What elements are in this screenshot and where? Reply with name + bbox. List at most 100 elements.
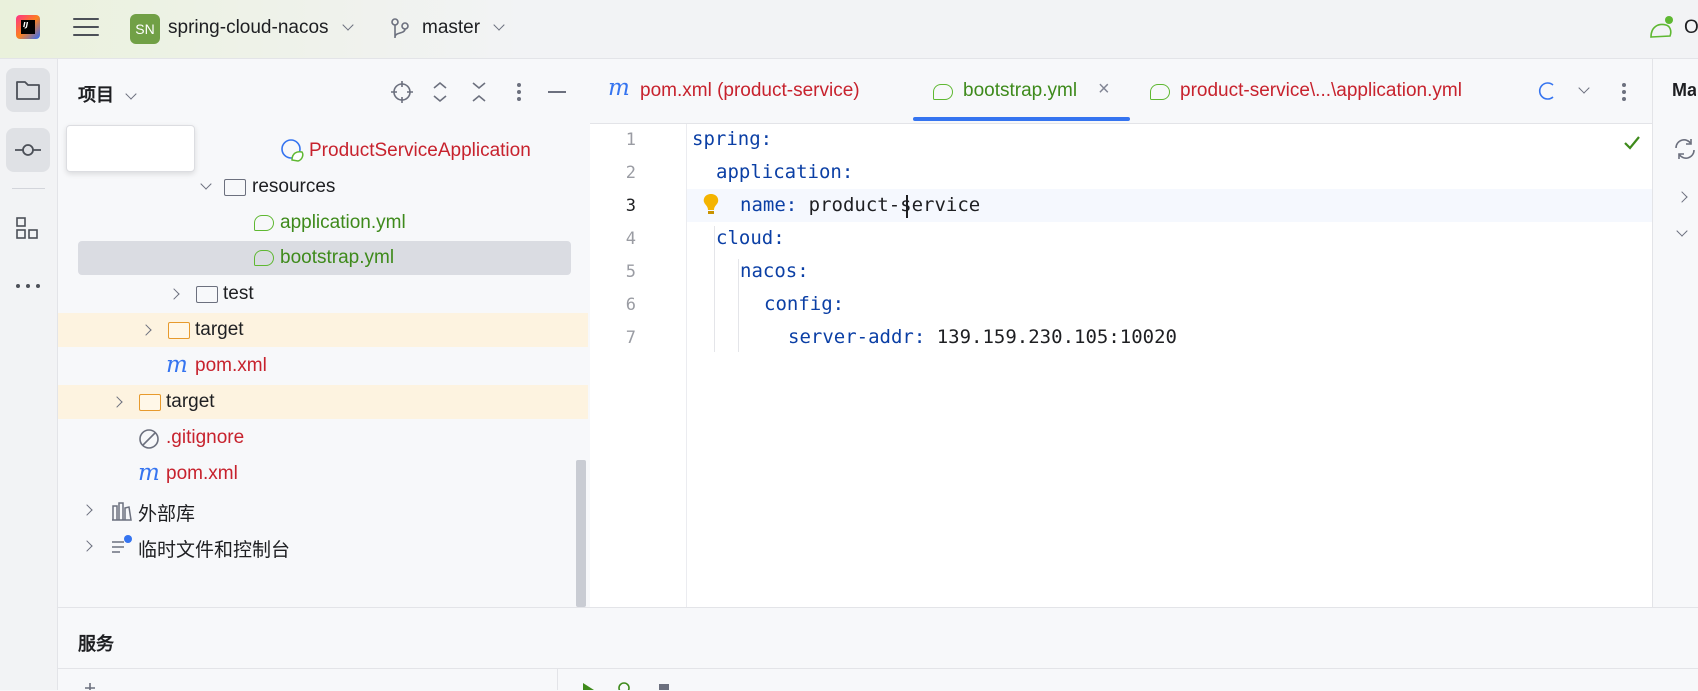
- services-title[interactable]: 服务: [78, 630, 114, 656]
- chevron-down-icon: [493, 19, 506, 31]
- no-problems-check-icon[interactable]: [1622, 133, 1642, 153]
- branch-name: master: [422, 17, 481, 38]
- line-number: 6: [625, 295, 636, 315]
- project-panel-title[interactable]: 项目: [78, 81, 137, 107]
- text-cursor: [906, 195, 908, 218]
- tree-item-scratches[interactable]: 临时文件和控制台: [58, 529, 588, 563]
- folder-orange-icon: [139, 394, 161, 411]
- structure-tool-button[interactable]: [6, 206, 50, 250]
- right-toolbar-text: O: [1684, 17, 1698, 38]
- folder-orange-icon: [168, 322, 190, 339]
- line-number: 3: [625, 196, 636, 216]
- tree-item-target-module[interactable]: target: [58, 313, 588, 347]
- line-number: 4: [625, 229, 636, 249]
- partial-tab-class-icon[interactable]: [1538, 80, 1560, 102]
- spring-class-icon: [281, 139, 304, 162]
- tree-item-resources[interactable]: resources: [58, 170, 588, 204]
- tree-item-label: .gitignore: [166, 427, 245, 448]
- tree-item-pom-root[interactable]: m pom.xml: [58, 457, 588, 491]
- indent-guide: [714, 226, 715, 352]
- main-menu-icon[interactable]: [73, 18, 99, 40]
- tree-item-label: application.yml: [280, 212, 406, 233]
- tree-item-test[interactable]: test: [58, 277, 588, 311]
- library-icon: [112, 502, 132, 521]
- tree-item-label: target: [166, 391, 215, 412]
- project-tool-button[interactable]: [6, 68, 50, 112]
- tree-item-label: ProductServiceApplication: [309, 140, 531, 161]
- chevron-right-icon: [140, 324, 152, 336]
- tab-pom-xml[interactable]: pom.xml (product-service): [640, 80, 860, 102]
- yaml-key: spring: [692, 128, 761, 150]
- services-toolbar-divider: [58, 668, 1698, 669]
- add-icon[interactable]: [82, 680, 98, 690]
- folder-icon: [196, 286, 218, 303]
- toolbar-separator: [12, 188, 45, 189]
- tab-options-icon[interactable]: [1614, 80, 1634, 104]
- maven-panel-title[interactable]: Ma: [1672, 80, 1696, 101]
- chevron-right-icon: [81, 504, 93, 516]
- code-line-4: cloud:: [716, 227, 785, 249]
- tree-item-label: test: [223, 283, 254, 304]
- tree-item-bootstrap-yml[interactable]: bootstrap.yml: [78, 241, 571, 275]
- code-line-7: server-addr: 139.159.230.105:10020: [788, 326, 1177, 348]
- panel-title-label: 项目: [78, 85, 114, 105]
- tree-item-label: bootstrap.yml: [280, 247, 395, 268]
- tree-item-target-root[interactable]: target: [58, 385, 588, 419]
- project-widget[interactable]: spring-cloud-nacos: [168, 17, 354, 39]
- tree-item-label: target: [195, 319, 244, 340]
- hide-panel-icon[interactable]: [548, 91, 566, 93]
- tree-item-gitignore[interactable]: .gitignore: [58, 421, 588, 455]
- project-badge[interactable]: SN: [130, 14, 160, 44]
- yaml-key: nacos: [740, 260, 798, 282]
- chevron-down-icon: [200, 178, 212, 190]
- project-name: spring-cloud-nacos: [168, 17, 329, 38]
- line-number: 1: [625, 130, 636, 150]
- branch-widget[interactable]: master: [422, 17, 506, 39]
- intellij-idea-icon[interactable]: [16, 15, 40, 39]
- run-icon[interactable]: [580, 680, 596, 690]
- tooltip-popup: [66, 125, 195, 172]
- indent-guide: [738, 259, 739, 352]
- stop-icon[interactable]: [656, 680, 672, 690]
- tree-item-label: pom.xml: [195, 355, 267, 376]
- locate-icon[interactable]: [390, 80, 414, 104]
- maven-icon: m: [138, 460, 160, 486]
- ignore-icon: [139, 429, 159, 449]
- tree-item-application-yml[interactable]: application.yml: [58, 206, 588, 240]
- more-tools-button[interactable]: [6, 264, 50, 308]
- debug-icon[interactable]: [616, 680, 632, 690]
- chevron-down-icon: [125, 88, 137, 100]
- reload-icon[interactable]: [1672, 136, 1698, 162]
- active-tab-indicator: [913, 117, 1130, 121]
- maven-icon: m: [608, 75, 630, 101]
- tab-bootstrap-yml[interactable]: bootstrap.yml: [963, 80, 1077, 102]
- git-branch-icon: [391, 18, 409, 38]
- tab-application-yml[interactable]: product-service\...\application.yml: [1180, 80, 1462, 102]
- resources-folder-icon: [224, 179, 246, 196]
- chevron-right-icon: [111, 396, 123, 408]
- yaml-key: server-addr: [788, 326, 914, 348]
- line-number: 7: [625, 328, 636, 348]
- yaml-value: 139.159.230.105:10020: [936, 326, 1177, 348]
- commit-tool-button[interactable]: [6, 128, 50, 172]
- close-tab-icon[interactable]: ×: [1098, 78, 1110, 101]
- spring-leaf-icon: [933, 84, 953, 100]
- tree-item-label: resources: [252, 176, 336, 197]
- folder-icon: [16, 81, 40, 100]
- yaml-key: config: [764, 293, 833, 315]
- spring-cloud-status-icon[interactable]: [1648, 15, 1676, 43]
- code-line-5: nacos:: [740, 260, 809, 282]
- chevron-down-icon: [342, 19, 354, 31]
- code-line-1: spring:: [692, 128, 773, 150]
- tree-item-pom-module[interactable]: m pom.xml: [58, 349, 588, 383]
- scratch-icon: [112, 535, 132, 553]
- expand-all-icon[interactable]: [430, 80, 450, 104]
- code-line-3: name: product-service: [740, 194, 981, 216]
- chevron-right-icon: [81, 540, 93, 552]
- tree-item-label: 外部库: [138, 504, 196, 525]
- tree-item-external-libraries[interactable]: 外部库: [58, 493, 588, 527]
- project-panel-scrollbar[interactable]: [576, 460, 586, 607]
- lightbulb-icon[interactable]: [701, 192, 721, 218]
- options-vertical-icon[interactable]: [509, 80, 529, 104]
- collapse-all-icon[interactable]: [469, 80, 489, 104]
